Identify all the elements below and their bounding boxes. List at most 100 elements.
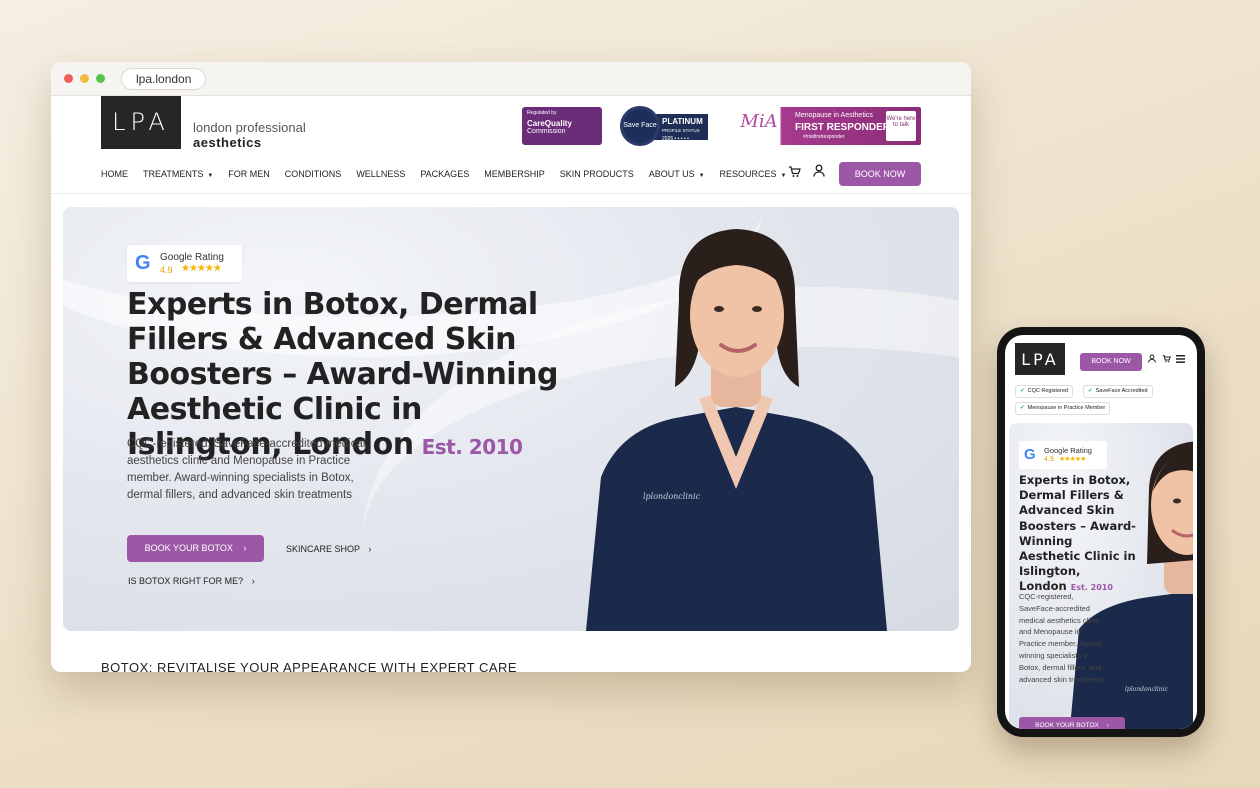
hero-description: CQC-registered, SaveFace-accredited medi… <box>127 438 366 501</box>
nav-skin-products[interactable]: SKIN PRODUCTS <box>560 169 634 179</box>
nav-about-us-label: ABOUT US <box>648 169 695 179</box>
address-bar[interactable]: lpa.london <box>121 68 207 90</box>
main-nav: HOME TREATMENTS ▼ FOR MEN CONDITIONS WELL… <box>101 169 802 179</box>
mobile-hero-heading: Experts in Botox, Dermal Fillers & Advan… <box>1019 473 1137 596</box>
check-icon: ✔ <box>1020 405 1025 411</box>
caret-down-icon: ▼ <box>698 173 705 179</box>
book-now-button[interactable]: BOOK NOW <box>839 162 921 186</box>
chip-menopause-label: Menopause in Practice Member <box>1027 405 1106 411</box>
user-icon[interactable] <box>813 164 825 182</box>
chevron-right-icon: › <box>251 576 255 586</box>
check-icon: ✔ <box>1020 388 1025 394</box>
practitioner-portrait: lplondonclinic <box>586 229 887 631</box>
maximize-window-dot[interactable] <box>96 74 105 83</box>
saveface-line2: PROFILE STATUS <box>662 128 700 133</box>
logo-line-2: aesthetics <box>193 135 262 150</box>
logo-wordmark[interactable]: london professional aesthetics <box>193 120 306 150</box>
uniform-embroidery: lplondonclinic <box>643 492 701 501</box>
est-year: Est. 2010 <box>421 435 523 459</box>
mobile-uniform-embroidery: lplondonclinic <box>1125 686 1168 693</box>
hero-banner: G Google Rating 4.9 ★★★★★ Experts in Bot… <box>63 207 959 631</box>
chip-menopause: ✔ Menopause in Practice Member <box>1015 402 1111 415</box>
menopause-line3: #miafirstresponder <box>803 134 845 140</box>
nav-conditions[interactable]: CONDITIONS <box>285 169 342 179</box>
mobile-hero: lplondonclinic G Google Rating 4.9 ★★★★★… <box>1009 423 1193 729</box>
close-window-dot[interactable] <box>64 74 73 83</box>
cqc-badge-small: Regulated by <box>527 110 557 116</box>
mobile-hero-heading-text: Experts in Botox, Dermal Fillers & Advan… <box>1019 473 1136 594</box>
nav-membership[interactable]: MEMBERSHIP <box>484 169 545 179</box>
menopause-line2: FIRST RESPONDER <box>795 122 891 133</box>
google-rating-score: 4.9 <box>160 265 173 275</box>
nav-conditions-label: CONDITIONS <box>284 169 342 179</box>
google-g-icon: G <box>1024 446 1036 463</box>
section-title: BOTOX: REVITALISE YOUR APPEARANCE WITH E… <box>101 660 518 672</box>
mobile-lpa-logo[interactable]: LPA <box>1015 343 1065 375</box>
skincare-shop-label: SKINCARE SHOP <box>286 544 360 554</box>
mobile-header-icons <box>1148 354 1186 365</box>
chevron-right-icon: › <box>1106 722 1109 729</box>
menopause-talk: We're here to talk <box>886 111 916 141</box>
saveface-line1: PLATINUM <box>662 117 703 126</box>
mobile-google-rating-badge[interactable]: G Google Rating 4.9 ★★★★★ <box>1019 441 1107 469</box>
skincare-shop-link[interactable]: SKINCARE SHOP › <box>286 544 371 554</box>
caret-down-icon: ▼ <box>207 173 214 179</box>
desktop-browser-window: lpa.london LPA london professional aesth… <box>51 62 971 672</box>
site-header: LPA london professional aesthetics Regul… <box>51 96 971 194</box>
nav-wellness-label: WELLNESS <box>356 169 406 179</box>
mobile-hero-description: CQC-registered, SaveFace-accredited medi… <box>1019 592 1105 684</box>
chip-cqc-label: CQC Registered <box>1027 388 1068 394</box>
mobile-device: LPA BOOK NOW ✔ CQC Registered ✔ SaveFace A… <box>997 327 1205 737</box>
is-botox-right-link[interactable]: IS BOTOX RIGHT FOR ME? › <box>128 576 255 586</box>
book-your-botox-label: BOOK YOUR BOTOX <box>144 543 233 553</box>
caret-down-icon: ▼ <box>780 173 787 179</box>
chip-saveface-label: SaveFace Accredited <box>1095 388 1148 394</box>
chevron-right-icon: › <box>243 543 247 553</box>
nav-membership-label: MEMBERSHIP <box>484 169 545 179</box>
logo-line-1: london professional <box>193 120 306 135</box>
hamburger-menu-icon[interactable] <box>1176 355 1186 365</box>
saveface-circle: Save Face <box>620 106 660 146</box>
chip-saveface: ✔ SaveFace Accredited <box>1083 385 1153 398</box>
is-botox-right-label: IS BOTOX RIGHT FOR ME? <box>128 576 244 586</box>
user-icon[interactable] <box>1148 354 1162 365</box>
star-rating-icon: ★★★★★ <box>181 263 222 274</box>
saveface-line3: 2026 • • • • • <box>662 136 689 142</box>
google-g-icon: G <box>135 252 151 274</box>
book-your-botox-button[interactable]: BOOK YOUR BOTOX › <box>127 535 264 562</box>
nav-about-us[interactable]: ABOUT US ▼ <box>649 169 705 179</box>
nav-packages[interactable]: PACKAGES <box>420 169 469 179</box>
nav-for-men-label: FOR MEN <box>228 169 270 179</box>
star-rating-icon: ★★★★★ <box>1059 456 1086 463</box>
menopause-badge: MiA Menopause in Aesthetics FIRST RESPON… <box>735 107 921 145</box>
google-rating-label: Google Rating <box>160 252 224 263</box>
browser-toolbar: lpa.london <box>51 62 971 96</box>
nav-resources-label: RESOURCES <box>719 169 777 179</box>
google-rating-badge[interactable]: G Google Rating 4.9 ★★★★★ <box>127 245 242 282</box>
nav-for-men[interactable]: FOR MEN <box>228 169 270 179</box>
cqc-badge-name2: Commission <box>527 128 566 135</box>
check-icon: ✔ <box>1088 388 1093 394</box>
mobile-screen: LPA BOOK NOW ✔ CQC Registered ✔ SaveFace A… <box>1005 335 1197 729</box>
cqc-badge-name1: CareQuality <box>527 119 572 128</box>
cqc-badge: Regulated by CareQuality Commission <box>522 107 602 145</box>
mobile-book-your-botox-button[interactable]: BOOK YOUR BOTOX › <box>1019 717 1125 729</box>
nav-packages-label: PACKAGES <box>420 169 470 179</box>
mobile-book-now-button[interactable]: BOOK NOW <box>1080 353 1142 371</box>
saveface-badge: PLATINUM PROFILE STATUS 2026 • • • • • S… <box>620 106 710 148</box>
cart-icon[interactable] <box>788 166 801 181</box>
nav-treatments[interactable]: TREATMENTS ▼ <box>143 169 213 179</box>
nav-wellness[interactable]: WELLNESS <box>356 169 405 179</box>
menopause-line1: Menopause in Aesthetics <box>795 112 873 119</box>
nav-home[interactable]: HOME <box>101 169 128 179</box>
minimize-window-dot[interactable] <box>80 74 89 83</box>
cart-icon[interactable] <box>1162 355 1177 365</box>
lpa-logo[interactable]: LPA <box>101 96 181 149</box>
mia-logo: MiA <box>740 111 778 132</box>
nav-resources[interactable]: RESOURCES ▼ <box>720 169 787 179</box>
nav-skin-products-label: SKIN PRODUCTS <box>559 169 634 179</box>
mobile-rating-score: 4.9 <box>1044 456 1054 463</box>
nav-home-label: HOME <box>101 169 128 179</box>
mobile-rating-label: Google Rating <box>1044 446 1092 455</box>
mobile-book-your-botox-label: BOOK YOUR BOTOX <box>1035 722 1099 729</box>
